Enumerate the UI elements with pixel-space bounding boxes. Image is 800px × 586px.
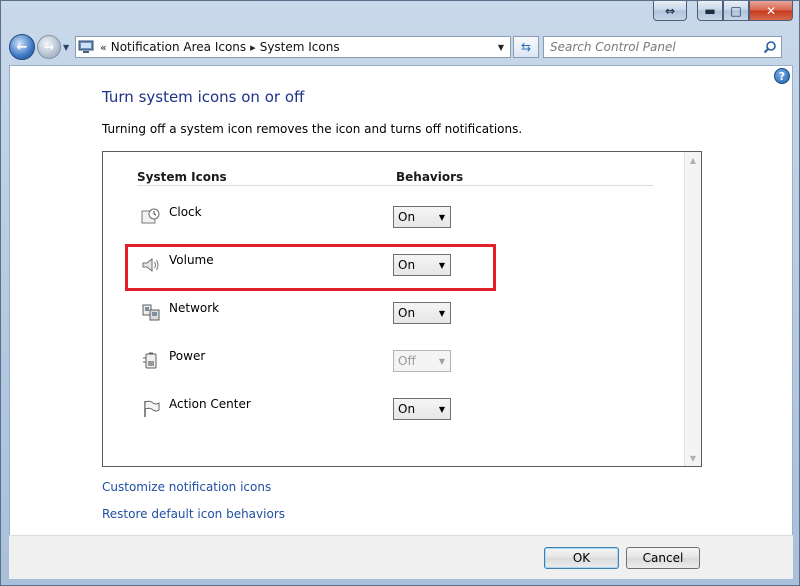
power-behavior-select: Off ▼ (393, 350, 451, 372)
header-divider (137, 185, 653, 186)
cancel-button[interactable]: Cancel (626, 547, 700, 569)
volume-highlight-box (125, 244, 496, 291)
search-box[interactable] (543, 36, 782, 58)
breadcrumb-separator[interactable]: ▸ (250, 41, 256, 54)
ok-button[interactable]: OK (544, 547, 619, 569)
breadcrumb-system-icons[interactable]: System Icons (260, 40, 340, 54)
forward-button[interactable]: → (37, 35, 61, 59)
maximize-icon: □ (730, 3, 742, 18)
restore-default-behaviors-link[interactable]: Restore default icon behaviors (102, 507, 285, 521)
column-header-system-icons: System Icons (137, 170, 227, 184)
clock-label: Clock (169, 205, 202, 219)
flag-icon (144, 400, 160, 417)
clock-behavior-select[interactable]: On ▼ (393, 206, 451, 228)
caption-buttons: ⇔ ▬ □ ✕ (653, 1, 793, 22)
action-center-behavior-select[interactable]: On ▼ (393, 398, 451, 420)
breadcrumb-overflow[interactable]: « (100, 41, 107, 54)
network-label: Network (169, 301, 220, 315)
back-button[interactable]: ← (9, 34, 35, 60)
button-bar: OK Cancel (9, 535, 793, 579)
address-dropdown-icon[interactable]: ▼ (492, 43, 510, 52)
back-arrow-icon: ← (16, 39, 28, 55)
refresh-icon: ⇆ (520, 40, 532, 54)
breadcrumb-notification-area-icons[interactable]: Notification Area Icons (111, 40, 246, 54)
clock-behavior-value: On (398, 210, 416, 224)
network-behavior-select[interactable]: On ▼ (393, 302, 451, 324)
content-pane: ? Turn system icons on or off Turning of… (9, 65, 793, 535)
forward-arrow-icon: → (43, 40, 55, 54)
navigation-bar: ← → ▼ « Notification Area Icons ▸ System… (9, 31, 791, 63)
system-icons-list: System Icons Behaviors Clock On ▼ Volume… (102, 151, 702, 467)
page-title: Turn system icons on or off (102, 88, 305, 106)
network-icon (142, 304, 160, 321)
page-description: Turning off a system icon removes the ic… (102, 122, 523, 136)
minimize-icon: ▬ (704, 3, 716, 18)
power-icon (143, 352, 157, 369)
minimize-button[interactable]: ▬ (697, 1, 723, 21)
customize-notification-icons-link[interactable]: Customize notification icons (102, 480, 271, 494)
scroll-up-icon[interactable]: ▲ (685, 152, 701, 168)
chevron-down-icon: ▼ (438, 212, 446, 222)
chevron-down-icon: ▼ (438, 356, 446, 366)
network-behavior-value: On (398, 306, 416, 320)
close-icon: ✕ (765, 3, 777, 18)
maximize-button[interactable]: □ (723, 1, 749, 21)
help-icon[interactable]: ? (774, 68, 790, 84)
clock-icon (141, 208, 160, 224)
power-label: Power (169, 349, 206, 363)
window-frame: ⇔ ▬ □ ✕ ← → ▼ « Notification Area Icons … (0, 0, 800, 586)
column-header-behaviors: Behaviors (396, 170, 464, 184)
action-center-label: Action Center (169, 397, 251, 411)
recent-pages-dropdown[interactable]: ▼ (63, 43, 73, 52)
action-center-behavior-value: On (398, 402, 416, 416)
resize-icon: ⇔ (664, 3, 676, 18)
resize-button[interactable]: ⇔ (653, 1, 687, 21)
search-input[interactable] (550, 40, 755, 54)
close-button[interactable]: ✕ (749, 1, 793, 21)
scroll-down-icon[interactable]: ▼ (685, 450, 701, 466)
control-panel-icon (76, 38, 96, 56)
refresh-button[interactable]: ⇆ (513, 36, 539, 58)
address-bar[interactable]: « Notification Area Icons ▸ System Icons… (75, 36, 511, 58)
chevron-down-icon: ▼ (438, 404, 446, 414)
list-scrollbar[interactable]: ▲ ▼ (684, 152, 701, 466)
chevron-down-icon: ▼ (438, 308, 446, 318)
search-icon[interactable] (763, 40, 777, 54)
power-behavior-value: Off (398, 354, 416, 368)
